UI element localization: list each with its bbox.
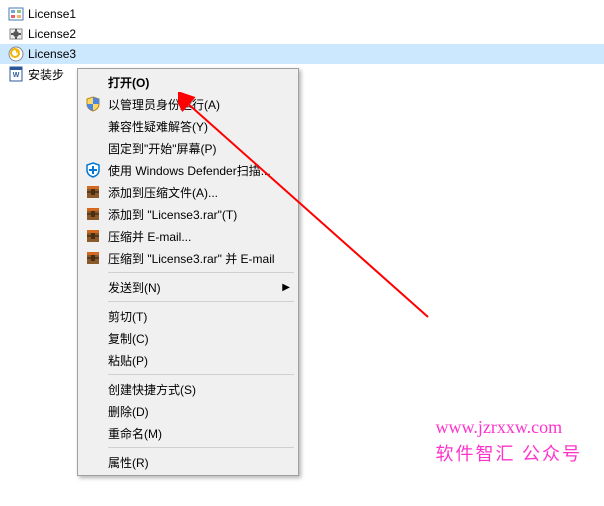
menu-delete[interactable]: 删除(D) — [80, 400, 296, 422]
menu-defender[interactable]: 使用 Windows Defender扫描... — [80, 159, 296, 181]
blank-icon — [84, 424, 102, 442]
blank-icon — [84, 307, 102, 325]
file-item[interactable]: License2 — [0, 24, 604, 44]
menu-cut[interactable]: 剪切(T) — [80, 305, 296, 327]
winrar-icon — [84, 249, 102, 267]
shield-admin-icon — [84, 95, 102, 113]
submenu-arrow-icon: ▶ — [282, 282, 290, 293]
file-name: 安装步 — [28, 66, 64, 83]
menu-separator — [108, 301, 294, 302]
winrar-icon — [84, 227, 102, 245]
menu-pin-start[interactable]: 固定到"开始"屏幕(P) — [80, 137, 296, 159]
bat-icon — [8, 46, 24, 62]
blank-icon — [84, 117, 102, 135]
blank-icon — [84, 329, 102, 347]
menu-send-to[interactable]: 发送到(N) ▶ — [80, 276, 296, 298]
menu-separator — [108, 374, 294, 375]
menu-add-rar[interactable]: 添加到 "License3.rar"(T) — [80, 203, 296, 225]
file-name: License3 — [28, 47, 76, 61]
file-name: License1 — [28, 7, 76, 21]
defender-icon — [84, 161, 102, 179]
word-icon: W — [8, 66, 24, 82]
menu-copy[interactable]: 复制(C) — [80, 327, 296, 349]
winrar-icon — [84, 183, 102, 201]
menu-open[interactable]: 打开(O) — [80, 71, 296, 93]
blank-icon — [84, 351, 102, 369]
blank-icon — [84, 278, 102, 296]
menu-add-archive[interactable]: 添加到压缩文件(A)... — [80, 181, 296, 203]
blank-icon — [84, 139, 102, 157]
winrar-icon — [84, 205, 102, 223]
menu-properties[interactable]: 属性(R) — [80, 451, 296, 473]
file-item-selected[interactable]: License3 — [0, 44, 604, 64]
blank-icon — [84, 73, 102, 91]
watermark-url: www.jzrxxw.com — [436, 414, 583, 441]
menu-separator — [108, 447, 294, 448]
menu-compress-rar-email[interactable]: 压缩到 "License3.rar" 并 E-mail — [80, 247, 296, 269]
file-item[interactable]: License1 — [0, 4, 604, 24]
svg-text:W: W — [13, 72, 20, 79]
menu-shortcut[interactable]: 创建快捷方式(S) — [80, 378, 296, 400]
setup-icon — [8, 26, 24, 42]
reg-icon — [8, 6, 24, 22]
menu-compat[interactable]: 兼容性疑难解答(Y) — [80, 115, 296, 137]
watermark-text: 软件智汇 公众号 — [436, 441, 583, 468]
context-menu: 打开(O) 以管理员身份运行(A) 兼容性疑难解答(Y) 固定到"开始"屏幕(P… — [77, 68, 299, 476]
blank-icon — [84, 402, 102, 420]
menu-separator — [108, 272, 294, 273]
watermark: www.jzrxxw.com 软件智汇 公众号 — [436, 414, 583, 468]
blank-icon — [84, 453, 102, 471]
blank-icon — [84, 380, 102, 398]
menu-paste[interactable]: 粘贴(P) — [80, 349, 296, 371]
menu-compress-email[interactable]: 压缩并 E-mail... — [80, 225, 296, 247]
menu-rename[interactable]: 重命名(M) — [80, 422, 296, 444]
menu-run-admin[interactable]: 以管理员身份运行(A) — [80, 93, 296, 115]
file-name: License2 — [28, 27, 76, 41]
